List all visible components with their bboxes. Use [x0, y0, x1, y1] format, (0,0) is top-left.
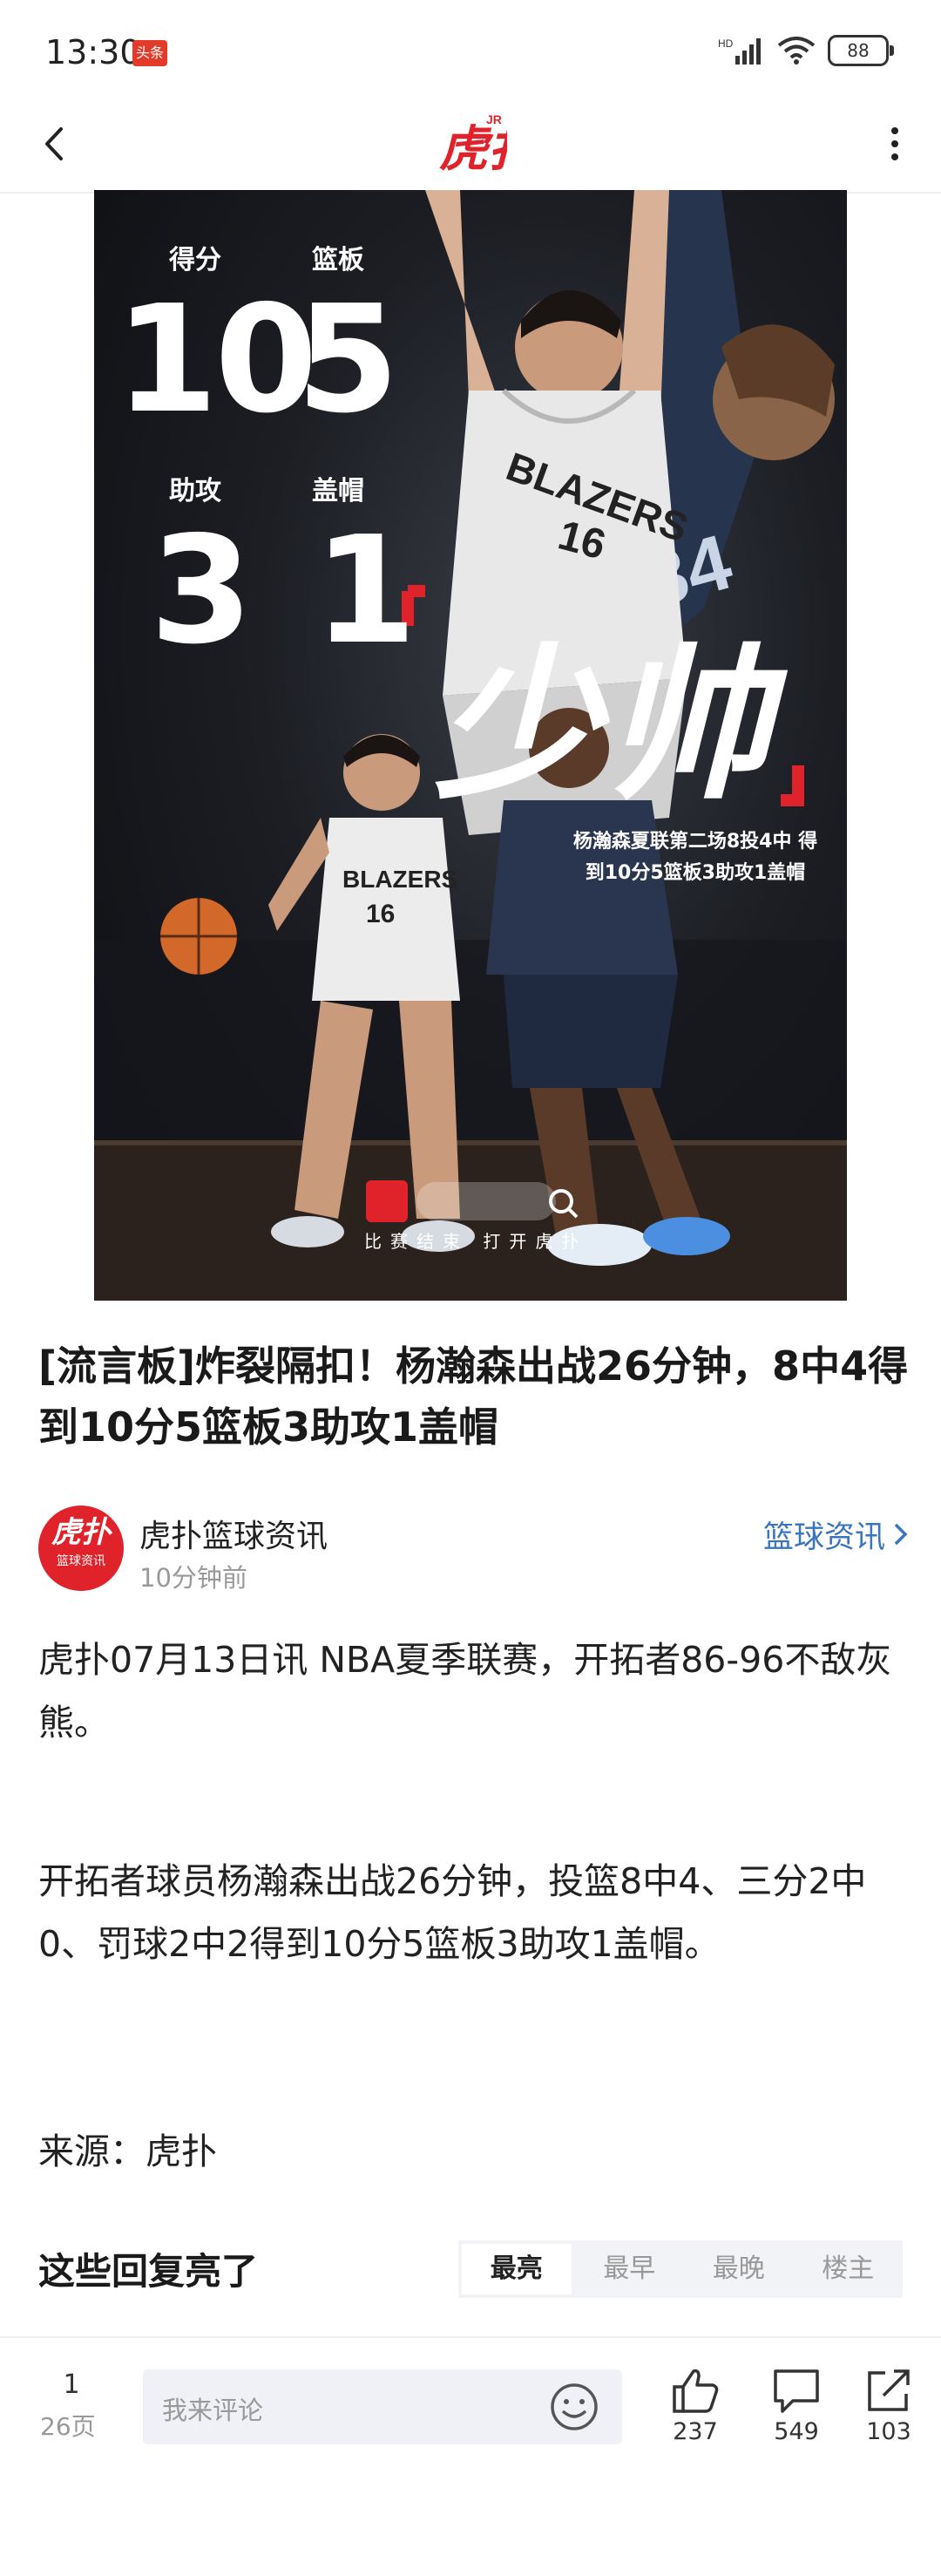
- stat-points-label: 得分: [169, 245, 221, 275]
- chevron-right-icon: [892, 1520, 910, 1555]
- replies-section-title: 这些回复亮了: [38, 2250, 259, 2293]
- channel-label: 篮球资讯: [762, 1520, 885, 1555]
- poster-footer-text: 比赛结束 打开虎扑: [364, 1231, 588, 1252]
- toutiao-app-icon: 头条: [132, 40, 167, 66]
- stat-blocks-value: 1: [314, 505, 416, 677]
- divider: [0, 2336, 941, 2338]
- like-button[interactable]: 237: [660, 2366, 730, 2445]
- share-button[interactable]: 103: [854, 2366, 924, 2445]
- svg-text:16: 16: [366, 900, 395, 928]
- poster-subtitle: 杨瀚森夏联第二场8投4中 得到10分5篮板3助攻1盖帽: [572, 831, 818, 884]
- back-arrow-icon[interactable]: [31, 113, 84, 174]
- svg-text:JR: JR: [486, 112, 502, 126]
- comment-bubble-icon: [774, 2369, 819, 2413]
- share-count: 103: [866, 2418, 911, 2445]
- emoji-icon[interactable]: [549, 2382, 599, 2432]
- nav-bar: 虎扑 JR: [0, 96, 941, 194]
- status-time: 13:30: [45, 33, 141, 71]
- comment-count: 549: [774, 2418, 819, 2445]
- stat-assists-value: 3: [150, 505, 253, 677]
- reply-sort-tabs: 最亮 最早 最晚 楼主: [458, 2240, 903, 2298]
- article-paragraph: 开拓者球员杨瀚森出战26分钟，投篮8中4、三分2中0、罚球2中2得到10分5篮板…: [38, 1860, 867, 1965]
- stat-assists-label: 助攻: [169, 476, 221, 506]
- comment-button[interactable]: 549: [762, 2366, 831, 2445]
- svg-text:虎扑: 虎扑: [439, 121, 507, 178]
- avatar-logo-text: 虎扑: [51, 1515, 111, 1550]
- svg-text:BLAZERS: BLAZERS: [342, 866, 457, 893]
- total-pages[interactable]: 26页: [40, 2408, 96, 2443]
- cellular-signal-icon: HD: [718, 37, 761, 65]
- tab-earliest[interactable]: 最早: [575, 2240, 685, 2298]
- stat-rebounds-label: 篮板: [312, 245, 364, 275]
- article-paragraph: 虎扑07月13日讯 NBA夏季联赛，开拓者86-96不敌灰熊。: [38, 1639, 892, 1743]
- tab-hottest[interactable]: 最亮: [462, 2244, 572, 2294]
- thumbs-up-icon: [673, 2369, 719, 2413]
- wifi-icon: [777, 37, 816, 65]
- stat-rebounds-value: 5: [296, 274, 399, 446]
- author-avatar[interactable]: 虎扑 篮球资讯: [38, 1505, 124, 1591]
- battery-icon: 88: [828, 35, 894, 66]
- hupu-logo-icon: 虎扑 JR: [439, 112, 507, 178]
- more-options-icon[interactable]: [873, 113, 917, 174]
- stat-blocks-label: 盖帽: [312, 476, 364, 506]
- share-icon: [868, 2369, 910, 2411]
- article-hero-image[interactable]: 34 BLAZERS 16 BLAZERS 16 得分 10 篮板 5 助攻 3…: [94, 190, 847, 1301]
- bottom-action-bar: 1 26页 我来评论 237 549 103: [0, 2345, 941, 2484]
- status-bar: 13:30 头条 HD 88: [0, 0, 941, 96]
- stat-points-value: 10: [115, 274, 318, 446]
- comment-placeholder: 我来评论: [162, 2396, 264, 2425]
- like-count: 237: [673, 2418, 718, 2445]
- channel-link[interactable]: 篮球资讯: [763, 1512, 910, 1557]
- author-row: 虎扑 篮球资讯 虎扑篮球资讯 10分钟前 篮球资讯: [38, 1505, 910, 1593]
- svg-text:HD: HD: [718, 37, 734, 50]
- article-headline: [流言板]炸裂隔扣！杨瀚森出战26分钟，8中4得到10分5篮板3助攻1盖帽: [38, 1342, 909, 1451]
- comment-input[interactable]: 我来评论: [143, 2369, 622, 2444]
- article-source: 来源：虎扑: [38, 2131, 217, 2172]
- author-name[interactable]: 虎扑篮球资讯: [139, 1511, 328, 1556]
- poster-title: 少帅: [434, 629, 776, 822]
- tab-latest[interactable]: 最晚: [684, 2240, 794, 2298]
- tab-op-only[interactable]: 楼主: [794, 2240, 904, 2298]
- publish-time: 10分钟前: [139, 1563, 247, 1593]
- current-page[interactable]: 1: [52, 2369, 91, 2400]
